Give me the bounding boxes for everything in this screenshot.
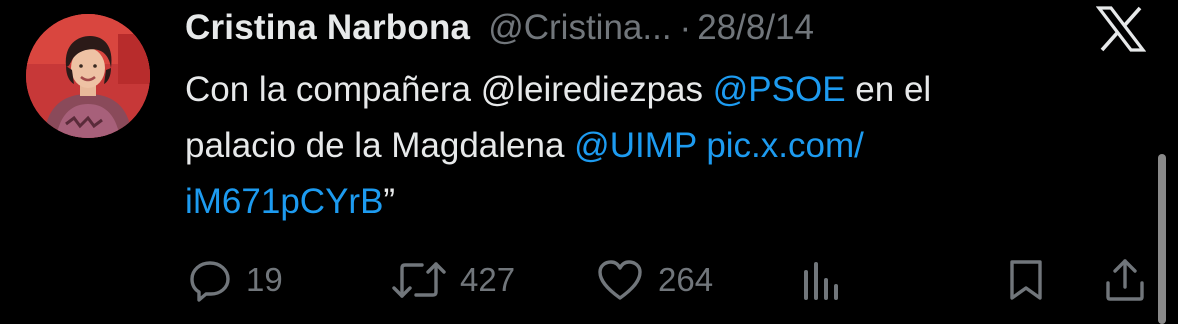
closing-quote: ” — [383, 182, 396, 221]
avatar-image — [26, 14, 150, 138]
share-icon — [1103, 257, 1147, 303]
tweet-text-space — [697, 126, 707, 165]
tweet-text-segment: palacio de la Magdalena — [185, 126, 575, 165]
pic-link-end[interactable]: iM671pCYrB — [185, 182, 383, 221]
mention-psoe-link[interactable]: @PSOE — [713, 70, 846, 109]
tweet-text: Con la compañera @leirediezpas @PSOE en … — [185, 62, 1145, 230]
avatar[interactable] — [26, 14, 150, 138]
views-button[interactable] — [800, 250, 844, 310]
tweet-header: Cristina Narbona @Cristina... · 28/8/14 — [185, 4, 814, 52]
x-logo-icon[interactable] — [1095, 6, 1147, 52]
retweet-count: 427 — [460, 261, 516, 298]
scrollbar[interactable] — [1158, 154, 1166, 324]
bookmark-button[interactable] — [1006, 250, 1046, 310]
views-chart-icon — [800, 258, 844, 302]
action-bar: 19 427 264 — [0, 250, 1178, 310]
retweet-icon — [392, 258, 446, 302]
retweet-button[interactable]: 427 — [392, 250, 515, 310]
reply-icon — [188, 258, 232, 302]
heart-icon — [596, 258, 644, 302]
share-button[interactable] — [1103, 250, 1147, 310]
user-handle[interactable]: @Cristina... — [488, 8, 671, 48]
bookmark-icon — [1006, 258, 1046, 302]
pic-link-start[interactable]: pic.x.com/ — [706, 126, 864, 165]
display-name[interactable]: Cristina Narbona — [185, 8, 470, 48]
like-count: 264 — [658, 261, 714, 298]
tweet-line-1: Con la compañera @leirediezpas @PSOE en … — [185, 62, 1145, 118]
tweet: Cristina Narbona @Cristina... · 28/8/14 … — [0, 0, 1178, 324]
tweet-text-segment: en el — [845, 70, 932, 109]
like-button[interactable]: 264 — [596, 250, 713, 310]
tweet-text-segment: Con la compañera @leirediezpas — [185, 70, 713, 109]
reply-button[interactable]: 19 — [188, 250, 283, 310]
mention-uimp-link[interactable]: @UIMP — [574, 126, 696, 165]
reply-count: 19 — [246, 261, 283, 298]
tweet-date[interactable]: 28/8/14 — [697, 8, 814, 48]
tweet-line-3: iM671pCYrB” — [185, 174, 1145, 230]
tweet-line-2: palacio de la Magdalena @UIMP pic.x.com/ — [185, 118, 1145, 174]
header-separator: · — [679, 8, 692, 47]
